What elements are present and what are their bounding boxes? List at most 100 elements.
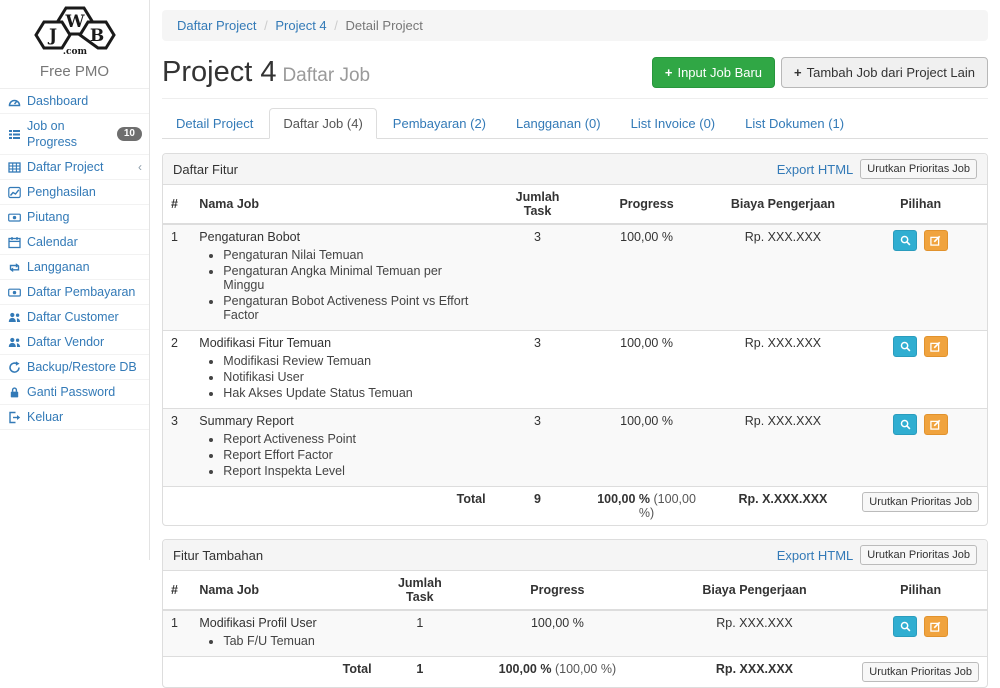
urutkan-prioritas-job-button[interactable]: Urutkan Prioritas Job [862, 492, 979, 512]
tambah-job-dari-project-lain-button[interactable]: + Tambah Job dari Project Lain [781, 57, 988, 88]
sidebar-item-piutang[interactable]: Piutang [0, 205, 149, 230]
table-icon [7, 161, 21, 174]
table-row: 1 Pengaturan Bobot Pengaturan Nilai Temu… [163, 224, 987, 331]
edit-job-button[interactable] [924, 230, 948, 251]
total-tasks: 1 [380, 657, 460, 688]
tab-pembayaran[interactable]: Pembayaran (2) [379, 108, 500, 139]
tab-list-dokumen[interactable]: List Dokumen (1) [731, 108, 858, 139]
export-html-link[interactable]: Export HTML [777, 162, 854, 177]
search-icon [900, 419, 911, 430]
total-progress: 100,00 % (100,00 %) [460, 657, 655, 688]
job-name: Modifikasi Profil User [199, 616, 371, 630]
view-job-button[interactable] [893, 230, 917, 251]
job-subitems: Pengaturan Nilai Temuan Pengaturan Angka… [199, 247, 485, 323]
breadcrumb-separator: / [264, 18, 268, 33]
list-icon [7, 128, 21, 141]
sidebar-item-keluar[interactable]: Keluar [0, 405, 149, 430]
sidebar-item-backup-restore-db[interactable]: Backup/Restore DB [0, 355, 149, 380]
edit-job-button[interactable] [924, 336, 948, 357]
chevron-left-icon: ‹ [138, 159, 142, 175]
progress-value: 100,00 % [581, 224, 711, 331]
jwb-logo: J W B .com [23, 6, 127, 56]
calendar-icon [7, 236, 21, 249]
sidebar-item-langganan[interactable]: Langganan [0, 255, 149, 280]
sidebar-item-label: Penghasilan [27, 184, 96, 200]
task-count: 3 [494, 224, 582, 331]
app-window: J W B .com Free PMO Dashboard Job on Pro… [0, 0, 1000, 560]
export-html-link[interactable]: Export HTML [777, 548, 854, 563]
lock-icon [7, 386, 21, 399]
panel-title: Daftar Fitur [173, 162, 238, 177]
sidebar-item-daftar-pembayaran[interactable]: Daftar Pembayaran [0, 280, 149, 305]
job-subitem: Modifikasi Review Temuan [223, 353, 485, 369]
sidebar-item-label: Calendar [27, 234, 78, 250]
money-icon [7, 286, 21, 299]
breadcrumb-current: Detail Project [346, 18, 423, 33]
sidebar-item-label: Keluar [27, 409, 63, 425]
page-subtitle: Daftar Job [282, 65, 370, 86]
tab-list-invoice[interactable]: List Invoice (0) [617, 108, 730, 139]
urutkan-prioritas-job-button[interactable]: Urutkan Prioritas Job [860, 545, 977, 565]
view-job-button[interactable] [893, 336, 917, 357]
job-count-badge: 10 [117, 127, 142, 141]
total-tasks: 9 [494, 487, 582, 526]
sidebar-item-penghasilan[interactable]: Penghasilan [0, 180, 149, 205]
tab-daftar-job[interactable]: Daftar Job (4) [269, 108, 376, 139]
logo-domain: .com [62, 47, 87, 56]
col-pilihan: Pilihan [854, 571, 987, 610]
panel-heading: Fitur Tambahan Export HTML Urutkan Prior… [163, 540, 987, 571]
app-name: Free PMO [0, 63, 149, 80]
col-biaya-pengerjaan: Biaya Pengerjaan [655, 571, 855, 610]
progress-value: 100,00 % [460, 610, 655, 657]
sidebar-item-calendar[interactable]: Calendar [0, 230, 149, 255]
task-count: 1 [380, 610, 460, 657]
tab-langganan[interactable]: Langganan (0) [502, 108, 615, 139]
edit-icon [930, 341, 941, 352]
total-cost: Rp. X.XXX.XXX [712, 487, 855, 526]
header-actions: + Input Job Baru + Tambah Job dari Proje… [652, 57, 988, 88]
view-job-button[interactable] [893, 414, 917, 435]
urutkan-prioritas-job-button[interactable]: Urutkan Prioritas Job [862, 662, 979, 682]
job-name: Modifikasi Fitur Temuan [199, 336, 485, 350]
daftar-fitur-table: # Nama Job Jumlah Task Progress Biaya Pe… [163, 185, 987, 525]
edit-job-button[interactable] [924, 616, 948, 637]
task-count: 3 [494, 331, 582, 409]
breadcrumb-link-daftar-project[interactable]: Daftar Project [177, 18, 256, 33]
sidebar-item-label: Daftar Customer [27, 309, 119, 325]
total-progress: 100,00 % (100,00 %) [581, 487, 711, 526]
urutkan-prioritas-job-button[interactable]: Urutkan Prioritas Job [860, 159, 977, 179]
edit-job-button[interactable] [924, 414, 948, 435]
job-subitems: Modifikasi Review Temuan Notifikasi User… [199, 353, 485, 401]
col-jumlah-task: Jumlah Task [494, 185, 582, 224]
refresh-icon [7, 361, 21, 374]
view-job-button[interactable] [893, 616, 917, 637]
page-header: Project 4Daftar Job + Input Job Baru + T… [162, 54, 988, 99]
sidebar-item-label: Job on Progress [27, 118, 111, 150]
col-progress: Progress [460, 571, 655, 610]
total-label: Total [191, 487, 493, 526]
job-subitems: Tab F/U Temuan [199, 633, 371, 649]
sidebar-item-label: Dashboard [27, 93, 88, 109]
progress-value: 100,00 % [581, 331, 711, 409]
total-cost: Rp. XXX.XXX [655, 657, 855, 688]
tab-detail-project[interactable]: Detail Project [162, 108, 267, 139]
users-icon [7, 336, 21, 349]
main-content: Daftar Project / Project 4 / Detail Proj… [150, 0, 1000, 560]
input-job-baru-button[interactable]: + Input Job Baru [652, 57, 775, 88]
progress-value: 100,00 % [581, 409, 711, 487]
sidebar-item-daftar-project[interactable]: Daftar Project ‹ [0, 155, 149, 180]
job-subitem: Hak Akses Update Status Temuan [223, 385, 485, 401]
sidebar-item-ganti-password[interactable]: Ganti Password [0, 380, 149, 405]
job-subitem: Report Inspekta Level [223, 463, 485, 479]
sidebar-item-dashboard[interactable]: Dashboard [0, 89, 149, 114]
job-subitem: Notifikasi User [223, 369, 485, 385]
job-subitem: Pengaturan Nilai Temuan [223, 247, 485, 263]
sidebar-item-daftar-customer[interactable]: Daftar Customer [0, 305, 149, 330]
sidebar-item-job-on-progress[interactable]: Job on Progress 10 [0, 114, 149, 155]
col-progress: Progress [581, 185, 711, 224]
sidebar-item-daftar-vendor[interactable]: Daftar Vendor [0, 330, 149, 355]
col-pilihan: Pilihan [854, 185, 987, 224]
sidebar-item-label: Backup/Restore DB [27, 359, 137, 375]
button-label: Input Job Baru [677, 64, 762, 81]
breadcrumb-link-project-4[interactable]: Project 4 [275, 18, 326, 33]
